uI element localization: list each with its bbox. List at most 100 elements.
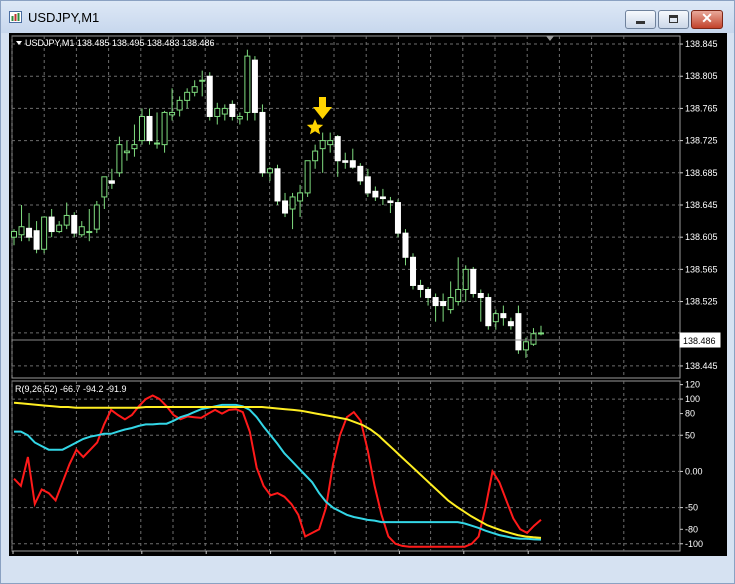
candle-body — [259, 111, 266, 174]
candles — [11, 49, 544, 358]
indicator-series-line — [14, 403, 542, 541]
down-arrow-icon — [313, 97, 332, 119]
candle-body — [93, 204, 100, 230]
candle-body — [297, 192, 304, 202]
candle-body — [425, 288, 432, 299]
chart-window: USDJPY,M1 ✕ 138.845 138.805 138.765 138.725… — [0, 0, 735, 584]
candle-body — [274, 168, 281, 202]
indicator-label: 120 — [685, 380, 700, 390]
price-label: 138.845 — [685, 39, 718, 49]
indicator-scale: 120 100 80 50 0.00 -50 -80 -100 — [680, 380, 703, 549]
candle-body — [462, 268, 469, 290]
candle-body — [18, 226, 25, 236]
candle-body — [161, 111, 168, 146]
candle-body — [26, 227, 33, 238]
candle-body — [206, 75, 213, 117]
candle-body — [282, 200, 289, 214]
candle-body — [470, 268, 477, 295]
candle-body — [349, 160, 356, 168]
title-bar[interactable]: USDJPY,M1 ✕ — [1, 1, 734, 33]
candle-body — [477, 293, 484, 299]
indicator-label: 0.00 — [685, 466, 703, 476]
candle-body — [507, 321, 514, 327]
maximize-icon — [669, 15, 678, 23]
candle-body — [123, 150, 130, 154]
candle-body — [101, 176, 108, 198]
candle-body — [221, 107, 228, 115]
candle-body — [357, 165, 364, 182]
candle-body — [327, 140, 334, 146]
candle-body — [387, 200, 394, 204]
candle-body — [417, 284, 424, 290]
chart-canvas[interactable]: 138.845 138.805 138.765 138.725 138.685 138.6… — [9, 33, 727, 567]
candle-body — [334, 136, 341, 162]
symbol-dropdown-icon[interactable] — [16, 41, 22, 45]
minimize-button[interactable] — [625, 10, 656, 29]
candle-body — [530, 333, 537, 345]
candle-body — [319, 140, 326, 150]
chart-shift-marker-icon[interactable] — [546, 36, 554, 41]
price-label: 138.565 — [685, 264, 718, 274]
candle-body — [379, 196, 386, 200]
close-icon: ✕ — [701, 10, 713, 26]
candle-body — [372, 190, 379, 198]
candle-body — [11, 231, 17, 238]
indicator-header: R(9,26,52) -66.7 -94.2 -91.9 — [15, 384, 127, 394]
indicator-pane-frame — [11, 380, 681, 552]
candle-body — [312, 150, 319, 162]
candle-body — [455, 288, 462, 303]
price-label: 138.605 — [685, 232, 718, 242]
indicator-label: -50 — [685, 503, 698, 513]
candle-body — [71, 214, 78, 234]
indicator-label: 100 — [685, 394, 700, 404]
candle-body — [191, 86, 198, 93]
candle-body — [432, 297, 439, 307]
candle-body — [86, 231, 93, 234]
candle-body — [78, 226, 85, 236]
star-icon — [306, 119, 324, 135]
price-pane-frame — [11, 35, 681, 379]
candle-body — [236, 115, 243, 120]
candle-body — [116, 144, 123, 174]
close-button[interactable]: ✕ — [691, 10, 723, 29]
candle-body — [154, 142, 161, 145]
maximize-button[interactable] — [658, 10, 689, 29]
price-label: 138.525 — [685, 297, 718, 307]
candle-body — [229, 103, 236, 117]
candle-body — [440, 301, 447, 307]
indicator-label: 50 — [685, 430, 695, 440]
candle-body — [304, 160, 311, 194]
chart-area[interactable]: 138.845 138.805 138.765 138.725 138.685 138.6… — [9, 33, 727, 567]
indicator-label: -80 — [685, 524, 698, 534]
candle-body — [48, 216, 55, 233]
candle-body — [146, 115, 153, 142]
candle-body — [176, 99, 183, 111]
price-label: 138.765 — [685, 103, 718, 113]
price-label: 138.445 — [685, 361, 718, 371]
candle-body — [500, 313, 507, 319]
candle-body — [289, 196, 296, 210]
price-header: USDJPY,M1 138.485 138.495 138.483 138.48… — [25, 38, 214, 48]
indicator-label: 80 — [685, 409, 695, 419]
chart-window-icon — [9, 11, 22, 23]
candle-body — [214, 107, 221, 117]
candle-body — [138, 115, 145, 142]
candle-body — [251, 59, 258, 113]
candle-body — [56, 224, 63, 233]
time-scale: 13 Jul 202313 Jul 08:4413 Jul 08:5213 Ju… — [12, 551, 578, 567]
price-scale: 138.845 138.805 138.765 138.725 138.685 138.6… — [680, 39, 718, 371]
candle-body — [538, 332, 544, 335]
minimize-icon — [636, 21, 645, 24]
candle-body — [131, 144, 138, 150]
candle-body — [169, 111, 176, 116]
candle-body — [342, 160, 349, 163]
candle-body — [266, 168, 273, 174]
candle-body — [522, 341, 529, 351]
candle-body — [394, 202, 401, 234]
candle-body — [244, 55, 251, 113]
window-title: USDJPY,M1 — [28, 10, 100, 25]
candle-body — [402, 232, 409, 258]
candle-body — [184, 91, 191, 101]
candle-body — [515, 313, 522, 351]
candle-body — [41, 216, 48, 250]
